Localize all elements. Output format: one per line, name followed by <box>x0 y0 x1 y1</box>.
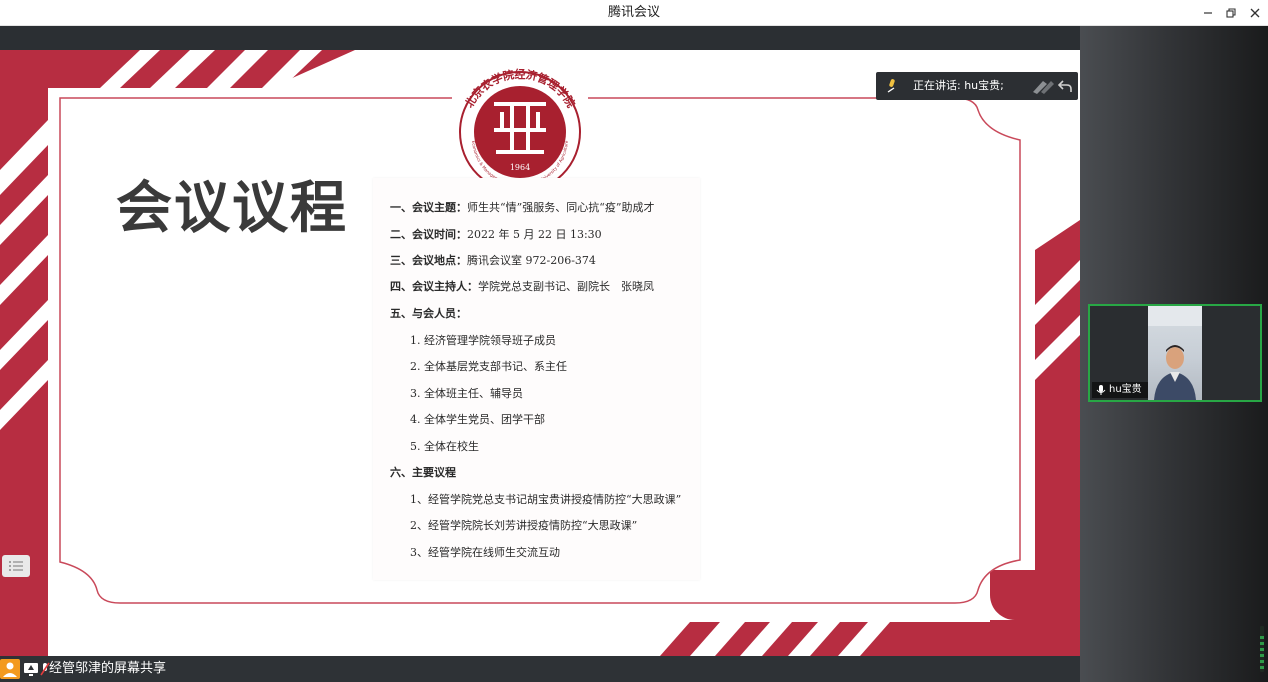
agenda-line: 5. 全体在校生 <box>410 440 479 453</box>
agenda-line: 1. 经济管理学院领导班子成员 <box>410 334 556 347</box>
microphone-icon <box>1096 385 1106 395</box>
speaking-indicator: 正在讲话: hu宝贵; <box>876 72 1078 100</box>
agenda-line: 1、经管学院党总支书记胡宝贵讲授疫情防控“大思政课” <box>410 493 682 506</box>
agenda-line: 3. 全体班主任、辅导员 <box>410 387 523 400</box>
share-owner-label: 经管邬津的屏幕共享 <box>49 661 167 676</box>
undo-icon[interactable] <box>1058 79 1072 93</box>
slide-outline-button[interactable] <box>2 555 30 577</box>
share-status-bar: 经管邬津的屏幕共享 <box>0 656 1080 682</box>
agenda-line: 三、会议地点：腾讯会议室 972-206-374 <box>390 254 596 267</box>
participant-video-tile[interactable]: hu宝贵 <box>1088 304 1262 402</box>
list-icon <box>9 561 23 571</box>
meeting-window: 腾讯会议 会议议程 北京农学院经济管理学院 Economics & Manage… <box>0 0 1268 682</box>
agenda-line: 五、与会人员： <box>390 307 467 320</box>
title-bar: 腾讯会议 <box>0 0 1268 26</box>
svg-text:1964: 1964 <box>510 163 530 172</box>
user-icon[interactable] <box>0 659 20 679</box>
person-icon <box>1148 306 1202 400</box>
minimize-icon <box>1204 12 1212 14</box>
restore-icon <box>1226 8 1236 18</box>
share-top-band <box>0 26 1080 50</box>
agenda-line: 二、会议时间：2022 年 5 月 22 日 13:30 <box>390 228 602 241</box>
speaking-text: 正在讲话: hu宝贵; <box>913 79 1004 92</box>
screen-share-icon <box>24 663 38 676</box>
share-status-icons <box>0 659 50 679</box>
agenda-line: 4. 全体学生党员、团学干部 <box>410 413 545 426</box>
participant-name-tag: hu宝贵 <box>1092 382 1148 398</box>
annotate-icon[interactable] <box>1030 78 1054 94</box>
audio-level-icon <box>1260 626 1264 672</box>
agenda-line: 四、会议主持人：学院党总支副书记、副院长 张晓凤 <box>390 280 654 293</box>
agenda-line: 3、经管学院在线师生交流互动 <box>410 546 560 559</box>
restore-button[interactable] <box>1221 3 1241 23</box>
agenda-document: 一、会议主题：师生共“情”强服务、同心抗“疫”助成才 二、会议时间：2022 年… <box>373 178 700 580</box>
participant-panel: hu宝贵 <box>1080 26 1268 682</box>
minimize-button[interactable] <box>1198 3 1218 23</box>
close-icon <box>1250 8 1260 18</box>
agenda-line: 2. 全体基层党支部书记、系主任 <box>410 360 567 373</box>
participant-name: hu宝贵 <box>1109 384 1142 395</box>
window-title: 腾讯会议 <box>607 5 660 20</box>
shared-screen: 会议议程 北京农学院经济管理学院 Economics & Management … <box>0 50 1080 656</box>
agenda-line: 一、会议主题：师生共“情”强服务、同心抗“疫”助成才 <box>390 201 655 214</box>
close-button[interactable] <box>1245 3 1265 23</box>
agenda-line: 2、经管学院院长刘芳讲授疫情防控“大思政课” <box>410 519 638 532</box>
speaking-mic-icon <box>887 79 895 93</box>
participant-video <box>1148 306 1202 400</box>
agenda-line: 六、主要议程 <box>390 466 456 479</box>
slide-title: 会议议程 <box>116 175 348 241</box>
